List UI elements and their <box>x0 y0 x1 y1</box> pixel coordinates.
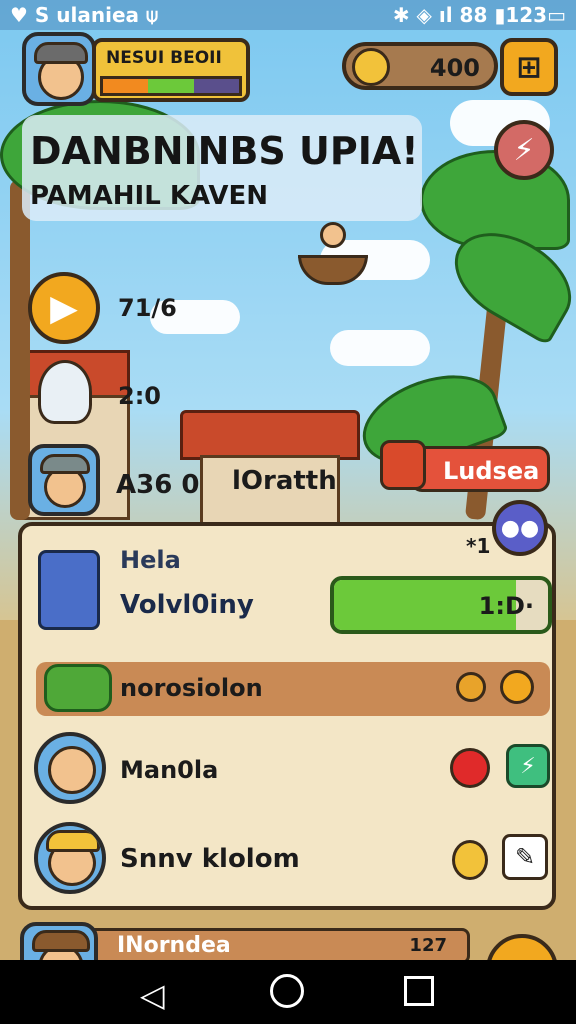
lightbulb-icon[interactable] <box>38 360 92 424</box>
panel-badge: *1 <box>466 534 491 558</box>
chat-blob-icon[interactable]: ●● <box>492 500 548 556</box>
bulb-coin-icon <box>352 48 390 86</box>
coin-icon[interactable] <box>452 840 488 880</box>
bottom-info-bar: INorndea 127 <box>86 928 470 964</box>
progress-label: 1:D· <box>478 592 534 620</box>
bottom-value: 127 <box>409 935 447 956</box>
stat-value: A36 0 <box>116 470 200 500</box>
title-banner: DANBNINBS UPIA! PAMAHIL KAVEN <box>22 115 422 221</box>
row-label: Snnv klolom <box>120 844 300 874</box>
sailor-character <box>320 222 346 248</box>
panel-row[interactable]: norosiolon <box>36 662 550 716</box>
status-bar: ♥ S ulaniea ⍦ ✱ ◈ ıl 88 ▮123▭ <box>0 0 576 30</box>
gem-icon[interactable] <box>450 748 490 788</box>
xp-bar <box>100 76 242 96</box>
panel-header: Hela <box>120 546 181 574</box>
villager-avatar[interactable] <box>28 444 100 516</box>
player-info: NESUI BEOII <box>92 38 250 102</box>
bottom-label: INorndea <box>117 933 231 958</box>
play-icon[interactable]: ▶ <box>28 272 100 344</box>
home-icon[interactable] <box>270 974 304 1008</box>
vote-label: Volvl0iny <box>120 590 254 620</box>
shopkeeper-icon <box>380 440 426 490</box>
stat-value: 2:0 <box>118 382 161 410</box>
recents-icon[interactable] <box>404 976 434 1006</box>
gear-icon[interactable] <box>456 672 486 702</box>
row-label: Man0la <box>120 756 219 784</box>
village-label: lOratth <box>232 466 337 496</box>
system-nav-bar: ◁ <box>0 960 576 1024</box>
pencil-icon[interactable]: ✎ <box>502 834 548 880</box>
stat-value: 71/6 <box>118 294 177 322</box>
lodge-button[interactable]: Ludsea <box>410 446 550 492</box>
status-left: ♥ S ulaniea ⍦ <box>10 3 158 27</box>
banner-subtitle: PAMAHIL KAVEN <box>30 181 268 211</box>
grid-menu-icon[interactable]: ⊞ <box>500 38 558 96</box>
lodge-button-label: Ludsea <box>443 457 540 485</box>
attack-icon[interactable]: ⚡ <box>494 120 554 180</box>
villager-avatar[interactable] <box>34 732 106 804</box>
gear-icon[interactable] <box>500 670 534 704</box>
house-roof <box>180 410 360 460</box>
player-avatar[interactable] <box>22 32 96 106</box>
currency-box: 400 <box>342 42 498 90</box>
vote-progress-bar[interactable]: 1:D· <box>330 576 552 634</box>
banner-title: DANBNINBS UPIA! <box>30 129 419 173</box>
boost-icon[interactable]: ⚡ <box>506 744 550 788</box>
back-icon[interactable]: ◁ <box>140 976 165 1014</box>
hedge-icon <box>44 664 112 712</box>
builder-avatar[interactable] <box>34 822 106 894</box>
boat[interactable] <box>298 255 368 285</box>
player-name: NESUI BEOII <box>106 48 222 68</box>
cloud <box>330 330 430 366</box>
main-panel: *1 Hela Volvl0iny 1:D· norosiolon Man0la… <box>18 522 556 910</box>
palm-trunk <box>10 180 30 520</box>
currency-value: 400 <box>429 54 480 82</box>
status-right: ✱ ◈ ıl 88 ▮123▭ <box>392 3 566 27</box>
row-label: norosiolon <box>120 674 263 702</box>
calendar-icon[interactable] <box>38 550 100 630</box>
